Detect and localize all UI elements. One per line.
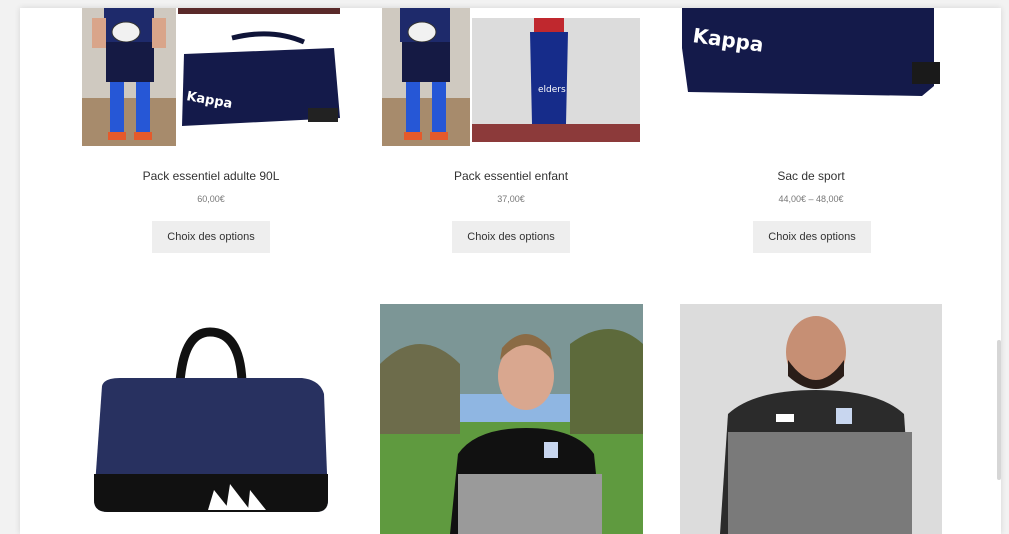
- scrollbar[interactable]: [997, 340, 1001, 480]
- choose-options-button[interactable]: Choix des options: [452, 221, 570, 253]
- elders-logo-icon: elders: [538, 85, 566, 95]
- choose-options-button[interactable]: Choix des options: [152, 221, 270, 253]
- product-price: 37,00€: [497, 194, 525, 204]
- product-image[interactable]: [380, 304, 643, 534]
- product-title[interactable]: Pack essentiel adulte 90L: [82, 169, 340, 183]
- product-image[interactable]: Kappa: [682, 8, 940, 146]
- product-price: 60,00€: [197, 194, 225, 204]
- product-image[interactable]: Kappa: [82, 8, 340, 146]
- svg-text:elders: elders: [538, 85, 566, 95]
- product-image[interactable]: elders: [382, 8, 640, 146]
- product-price: 44,00€ – 48,00€: [778, 194, 844, 204]
- product-title[interactable]: Pack essentiel enfant: [382, 169, 640, 183]
- choose-options-button[interactable]: Choix des options: [753, 221, 871, 253]
- product-title[interactable]: Sac de sport: [682, 169, 940, 183]
- product-grid-page: Kappa Pack essentiel adulte 90L 60,00€ C…: [20, 8, 1001, 534]
- product-image[interactable]: [80, 304, 342, 534]
- product-image[interactable]: [680, 304, 942, 534]
